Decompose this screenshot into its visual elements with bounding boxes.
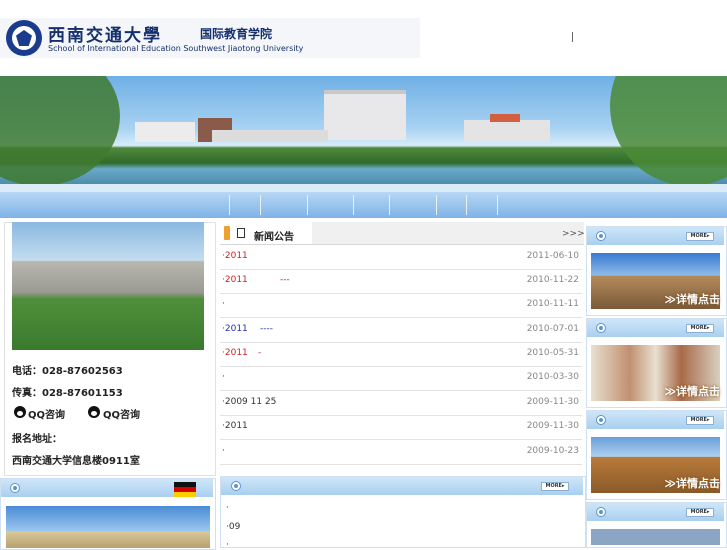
banner-tree-right (610, 76, 727, 186)
news-item-date: 2010-05-31 (526, 348, 579, 358)
brandenburg-gate-photo[interactable] (6, 506, 210, 548)
contact-phone: 电话：028-87602563 (12, 366, 123, 377)
details-click-label[interactable]: ≫详情点击 (664, 475, 720, 491)
details-click-label[interactable]: ≫详情点击 (664, 383, 720, 399)
more-button[interactable]: MORE▸ (541, 482, 569, 491)
school-building-photo (12, 222, 204, 350)
nav-separator (466, 195, 467, 215)
news-item-date: 2010-03-30 (526, 372, 579, 382)
qq-penguin-icon[interactable] (88, 406, 100, 418)
news-item[interactable]: ·2009 11 25 2009-11-30 (220, 391, 582, 416)
banner-building-left (135, 122, 195, 142)
news-item-date: 2009-10-23 (526, 446, 579, 456)
news-item-title[interactable]: ·2011 (222, 348, 248, 358)
notice-box-header (221, 477, 583, 495)
qq-penguin-icon[interactable] (14, 406, 26, 418)
news-item-title[interactable]: · (222, 446, 225, 456)
news-item[interactable]: ·2011- 2010-05-31 (220, 342, 582, 367)
header-separator (572, 32, 573, 42)
contact-address: 西南交通大学信息楼0911室 (12, 456, 140, 467)
news-item-title[interactable]: · (222, 299, 225, 309)
qq-consult-link[interactable]: QQ咨询 (103, 406, 140, 421)
campus-banner (0, 76, 727, 192)
news-tab-label[interactable]: 新闻公告 (254, 228, 294, 243)
document-icon (237, 228, 245, 238)
promo-reichstag-image[interactable]: ≫详情点击 (591, 253, 720, 309)
news-item-title[interactable]: · (222, 372, 225, 382)
news-item-date: 2010-11-22 (526, 275, 579, 285)
news-item-tag: - (258, 348, 262, 358)
news-item-date: 2010-11-11 (526, 299, 579, 309)
promo-image[interactable] (591, 529, 720, 545)
news-item-date: 2009-11-30 (526, 421, 579, 431)
circle-bullet-icon (596, 231, 606, 241)
circle-bullet-icon (231, 481, 241, 491)
banner-building-red-roof (490, 114, 520, 122)
news-item-date: 2010-07-01 (526, 324, 579, 334)
logo-chinese-name: 西南交通大學 (48, 26, 162, 46)
qq-consult-link[interactable]: QQ咨询 (28, 406, 65, 421)
news-item[interactable]: · 2010-11-11 (220, 293, 582, 318)
banner-tree-left (0, 76, 120, 186)
details-click-label[interactable]: ≫详情点击 (664, 291, 720, 307)
news-item-tag: --- (280, 275, 290, 285)
notice-item[interactable]: · (226, 503, 229, 513)
promo-colosseum-image[interactable]: ≫详情点击 (591, 437, 720, 493)
news-item-title[interactable]: ·2011 (222, 275, 248, 285)
banner-building-tall (324, 90, 406, 140)
news-item[interactable]: · 2009-10-23 (220, 440, 582, 465)
circle-bullet-icon (596, 507, 606, 517)
more-button[interactable]: MORE▸ (686, 416, 714, 425)
nav-separator (307, 195, 308, 215)
circle-bullet-icon (10, 483, 20, 493)
campus-banner-art (0, 76, 727, 192)
logo-college-name: 国际教育学院 (200, 27, 273, 41)
news-item-title[interactable]: ·2011 (222, 251, 248, 261)
news-item[interactable]: ·2011 ---- 2010-07-01 (220, 318, 582, 343)
promo-students-image[interactable]: ≫详情点击 (591, 345, 720, 401)
circle-bullet-icon (596, 415, 606, 425)
contact-fax: 传真：028-87601153 (12, 388, 123, 399)
nav-separator (229, 195, 230, 215)
news-item[interactable]: ·2011 2011-06-10 (220, 245, 582, 270)
main-nav (0, 192, 727, 218)
nav-separator (353, 195, 354, 215)
news-item[interactable]: ·2011 2009-11-30 (220, 415, 582, 440)
circle-bullet-icon (596, 323, 606, 333)
notice-item[interactable]: · (226, 540, 229, 550)
contact-address-label: 报名地址： (12, 434, 62, 445)
more-button[interactable]: MORE▸ (686, 324, 714, 333)
news-item-tag: ---- (260, 324, 273, 334)
news-item-title[interactable]: ·2011 (222, 324, 248, 334)
more-button[interactable]: MORE▸ (686, 232, 714, 241)
news-item[interactable]: ·2011 --- 2010-11-22 (220, 269, 582, 294)
banner-building-right (464, 120, 550, 142)
banner-building-low (212, 130, 328, 142)
news-item-title[interactable]: ·2009 11 25 (222, 397, 276, 407)
banner-building-roof (324, 90, 406, 94)
news-item-date: 2011-06-10 (526, 251, 579, 261)
logo-english-name: School of International Education Southw… (48, 44, 304, 53)
nav-separator (260, 195, 261, 215)
banner-bottom-strip (0, 184, 727, 192)
tab-marker-icon (224, 226, 230, 240)
news-item-title[interactable]: ·2011 (222, 421, 248, 431)
nav-separator (389, 195, 390, 215)
news-more-link[interactable]: >>> (562, 229, 585, 239)
news-item-date: 2009-11-30 (526, 397, 579, 407)
nav-separator (436, 195, 437, 215)
germany-flag-icon (174, 482, 196, 497)
notice-item[interactable]: ·09 (226, 522, 240, 532)
nav-separator (497, 195, 498, 215)
more-button[interactable]: MORE▸ (686, 508, 714, 517)
news-item[interactable]: · 2010-03-30 (220, 366, 582, 391)
